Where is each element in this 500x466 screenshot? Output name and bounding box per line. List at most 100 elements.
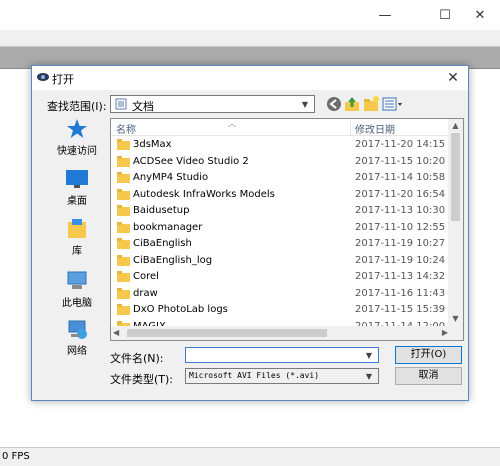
app-toolbar — [0, 30, 500, 47]
minimize-button[interactable]: — — [362, 0, 408, 30]
chevron-down-icon: ▼ — [365, 371, 373, 381]
place-label: 网络 — [67, 346, 87, 357]
folder-icon — [117, 254, 130, 266]
scroll-right-arrow[interactable]: ▶ — [442, 326, 448, 340]
folder-icon — [117, 205, 130, 216]
file-date: 2017-11-19 10:27 — [355, 238, 446, 249]
look-in-label: 查找范围(I): — [47, 100, 107, 113]
this-pc-icon — [67, 271, 87, 289]
file-date: 2017-11-20 16:54 — [355, 188, 446, 200]
open-file-dialog: 打开 ✕ 查找范围(I): 文档 ▼ 快速访问 桌面 库 此电脑 网络 名称 ︿… — [31, 65, 469, 401]
file-row[interactable]: ACDSee Video Studio 2 2017-11-15 10:20 — [111, 154, 450, 171]
file-name: Baidusetup — [133, 205, 190, 216]
folder-icon — [117, 221, 130, 233]
file-name: Autodesk InfraWorks Models — [133, 188, 275, 200]
scroll-left-arrow[interactable]: ◀ — [113, 326, 119, 340]
new-folder-button[interactable] — [362, 95, 380, 113]
close-window-button[interactable]: ✕ — [460, 0, 500, 30]
fps-readout: 0 FPS — [2, 451, 30, 462]
horizontal-scrollbar[interactable]: ◀ ▶ — [111, 326, 450, 340]
chevron-down-icon[interactable]: ▼ — [362, 348, 376, 362]
chevron-down-icon: ▼ — [301, 99, 309, 109]
app-title-bar: — ☐ ✕ — [0, 0, 500, 30]
quick-access-star-icon — [67, 119, 87, 138]
folder-icon — [117, 271, 130, 282]
scroll-up-arrow[interactable]: ▲ — [448, 119, 463, 133]
library-icon — [68, 219, 86, 238]
folder-icon — [117, 188, 130, 200]
file-date: 2017-11-19 10:24 — [355, 254, 446, 266]
file-name: AnyMP4 Studio — [133, 172, 209, 183]
back-button[interactable] — [325, 95, 343, 113]
file-type-label: 文件类型(T): — [110, 373, 174, 386]
file-date: 2017-11-14 10:58 — [355, 172, 446, 183]
file-name: DxO PhotoLab logs — [133, 304, 228, 315]
status-bar: 0 FPS — [0, 447, 500, 466]
folder-icon — [117, 287, 130, 299]
look-in-dropdown[interactable]: 文档 ▼ — [110, 95, 315, 113]
place-label: 快速访问 — [57, 146, 97, 157]
file-date: 2017-11-13 10:30 — [355, 205, 446, 216]
file-list-header: 名称 ︿ 修改日期 — [111, 119, 450, 136]
file-date: 2017-11-15 15:39 — [355, 304, 446, 315]
file-name: 3dsMax — [133, 139, 172, 150]
places-bar: 快速访问 桌面 库 此电脑 网络 — [46, 118, 108, 376]
file-row[interactable]: bookmanager 2017-11-10 12:55 — [111, 220, 450, 237]
file-name: ACDSee Video Studio 2 — [133, 155, 249, 167]
file-row[interactable]: CiBaEnglish_log 2017-11-19 10:24 — [111, 253, 450, 270]
place-label: 桌面 — [67, 196, 87, 207]
place-this-pc[interactable]: 此电脑 — [46, 270, 108, 320]
file-name-input[interactable]: ▼ — [185, 347, 379, 363]
file-row[interactable]: draw 2017-11-16 11:43 — [111, 286, 450, 303]
scroll-down-arrow[interactable]: ▼ — [448, 312, 463, 326]
file-date: 2017-11-13 14:32 — [355, 271, 446, 282]
h-scroll-thumb[interactable] — [127, 329, 327, 337]
file-name: CiBaEnglish_log — [133, 254, 213, 266]
vertical-scrollbar[interactable]: ▲ ▼ — [448, 119, 463, 340]
file-date: 2017-11-10 12:55 — [355, 221, 446, 233]
file-name-label: 文件名(N): — [110, 352, 164, 365]
view-menu-button[interactable] — [381, 95, 403, 113]
file-rows: 3dsMax 2017-11-20 14:15 ACDSee Video Studi… — [111, 137, 450, 335]
place-library[interactable]: 库 — [46, 218, 108, 268]
file-date: 2017-11-16 11:43 — [355, 287, 446, 299]
file-row[interactable]: Autodesk InfraWorks Models 2017-11-20 16:… — [111, 187, 450, 204]
dialog-title-bar: 打开 ✕ — [32, 66, 468, 90]
folder-icon — [117, 155, 130, 167]
file-type-dropdown[interactable]: Microsoft AVI Files (*.avi) ▼ — [185, 368, 379, 384]
scroll-thumb[interactable] — [451, 133, 460, 221]
place-label: 此电脑 — [62, 298, 92, 309]
dialog-title: 打开 — [52, 73, 74, 86]
file-row[interactable]: AnyMP4 Studio 2017-11-14 10:58 — [111, 170, 450, 187]
folder-icon — [117, 238, 130, 249]
file-row[interactable]: DxO PhotoLab logs 2017-11-15 15:39 — [111, 302, 450, 319]
column-header-name[interactable]: 名称 — [116, 121, 136, 136]
documents-folder-icon — [115, 98, 127, 110]
open-button[interactable]: 打开(O) — [395, 346, 462, 364]
file-list[interactable]: 名称 ︿ 修改日期 3dsMax 2017-11-20 14:15 ACDSee V… — [110, 118, 464, 341]
look-in-value: 文档 — [132, 100, 154, 113]
place-network[interactable]: 网络 — [46, 318, 108, 368]
sort-ascending-icon: ︿ — [228, 119, 236, 128]
desktop-icon — [66, 170, 88, 188]
file-row[interactable]: Corel 2017-11-13 14:32 — [111, 269, 450, 286]
place-quick-access[interactable]: 快速访问 — [46, 118, 108, 168]
file-name: Corel — [133, 271, 159, 282]
column-header-modified[interactable]: 修改日期 — [355, 121, 395, 136]
place-desktop[interactable]: 桌面 — [46, 168, 108, 218]
folder-icon — [117, 139, 130, 150]
file-date: 2017-11-20 14:15 — [355, 139, 446, 150]
file-name: CiBaEnglish — [133, 238, 192, 249]
place-label: 库 — [72, 246, 82, 257]
app-eye-icon — [37, 73, 49, 81]
cancel-button[interactable]: 取消 — [395, 367, 462, 385]
file-row[interactable]: Baidusetup 2017-11-13 10:30 — [111, 203, 450, 220]
file-row[interactable]: CiBaEnglish 2017-11-19 10:27 — [111, 236, 450, 253]
file-row[interactable]: 3dsMax 2017-11-20 14:15 — [111, 137, 450, 154]
up-one-level-button[interactable] — [343, 95, 361, 113]
file-date: 2017-11-15 10:20 — [355, 155, 446, 167]
folder-icon — [117, 304, 130, 315]
dialog-close-button[interactable]: ✕ — [438, 66, 468, 90]
file-name: bookmanager — [133, 221, 203, 233]
file-type-value: Microsoft AVI Files (*.avi) — [189, 371, 320, 380]
